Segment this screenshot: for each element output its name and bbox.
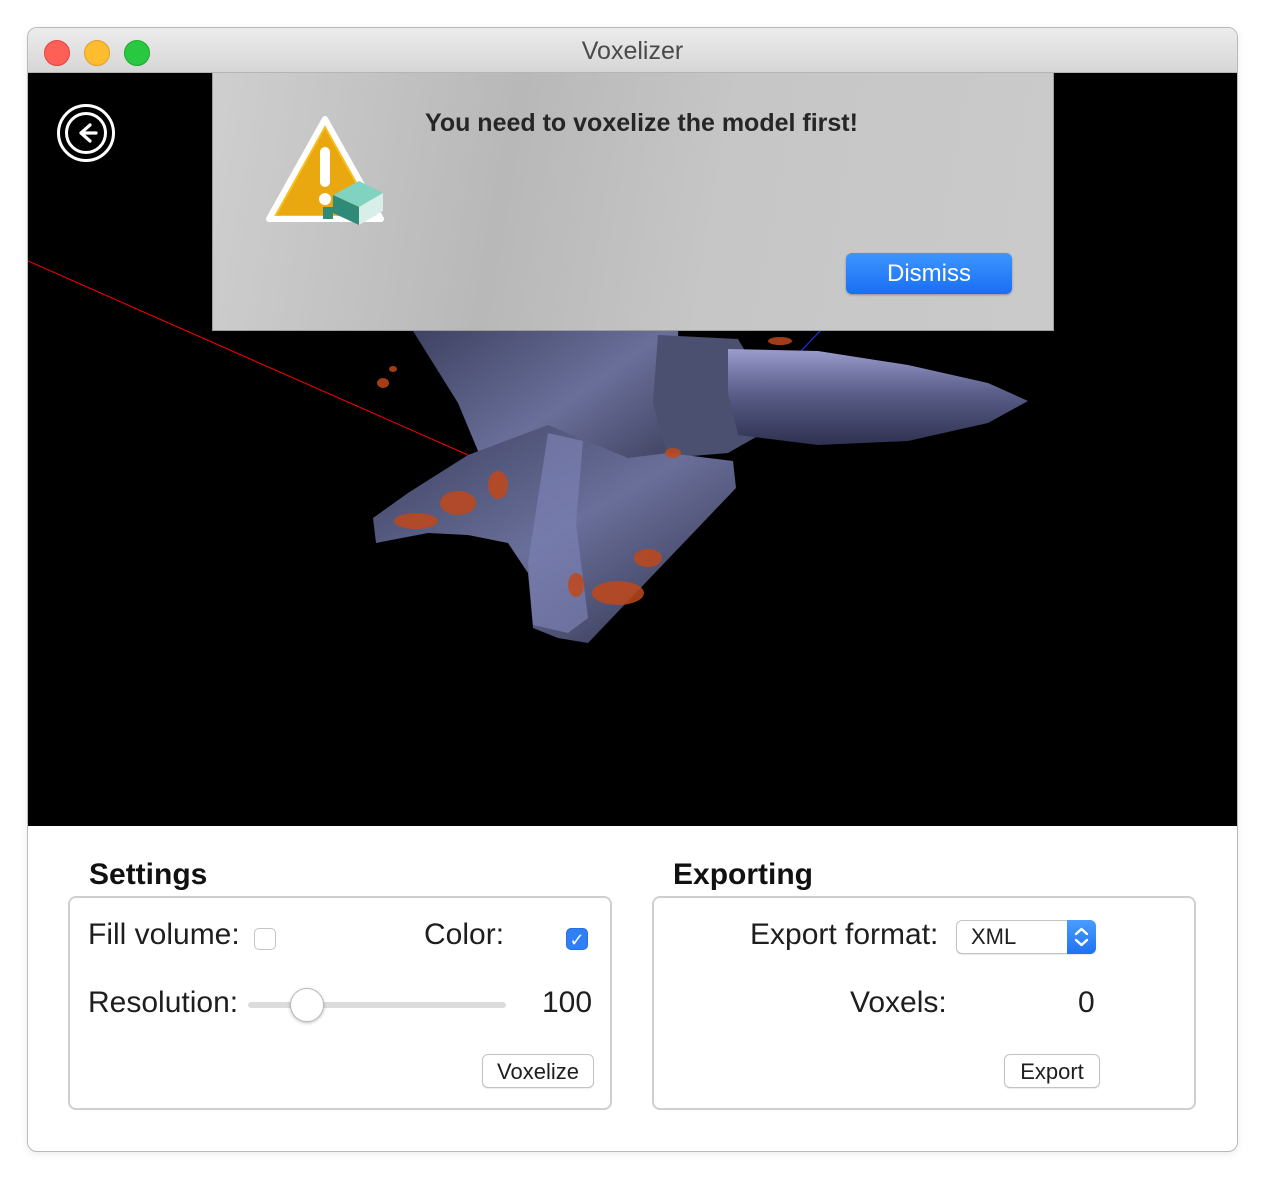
export-button[interactable]: Export	[1004, 1054, 1100, 1088]
settings-group: Fill volume: Color: ✓ Resolution: 100 Vo…	[68, 896, 612, 1110]
resolution-slider-track[interactable]	[248, 1002, 506, 1008]
voxels-value: 0	[1078, 986, 1095, 1019]
back-arrow-icon	[65, 112, 107, 154]
resolution-value: 100	[542, 986, 593, 1019]
z-axis-line	[797, 327, 824, 355]
exporting-group: Export format: XML Voxels: 0 Export	[652, 896, 1196, 1110]
export-format-select[interactable]: XML	[956, 920, 1096, 954]
select-arrows-icon	[1067, 920, 1096, 954]
voxels-label: Voxels:	[850, 986, 947, 1019]
anvil-horn	[728, 349, 1028, 445]
back-button[interactable]	[57, 104, 115, 162]
fill-volume-label: Fill volume:	[88, 918, 240, 951]
exporting-title: Exporting	[673, 858, 813, 891]
fill-volume-checkbox[interactable]	[254, 928, 276, 950]
alert-sheet: You need to voxelize the model first! Di…	[212, 73, 1054, 331]
dismiss-button[interactable]: Dismiss	[846, 253, 1012, 294]
color-checkbox[interactable]: ✓	[566, 928, 588, 950]
settings-title: Settings	[89, 858, 208, 891]
3d-viewport[interactable]: You need to voxelize the model first! Di…	[28, 73, 1237, 826]
export-format-label: Export format:	[750, 918, 939, 951]
resolution-slider-knob[interactable]	[290, 988, 324, 1022]
voxelize-button[interactable]: Voxelize	[482, 1054, 594, 1088]
checkmark-icon: ✓	[569, 930, 585, 950]
app-window: Voxelizer You need to voxelize the model…	[27, 27, 1238, 1152]
alert-message: You need to voxelize the model first!	[425, 109, 858, 137]
window-title: Voxelizer	[581, 37, 684, 65]
resolution-label: Resolution:	[88, 986, 239, 1019]
warning-icon	[263, 115, 391, 232]
title-bar: Voxelizer	[28, 28, 1237, 73]
color-label: Color:	[424, 918, 505, 951]
export-format-value: XML	[971, 924, 1017, 949]
